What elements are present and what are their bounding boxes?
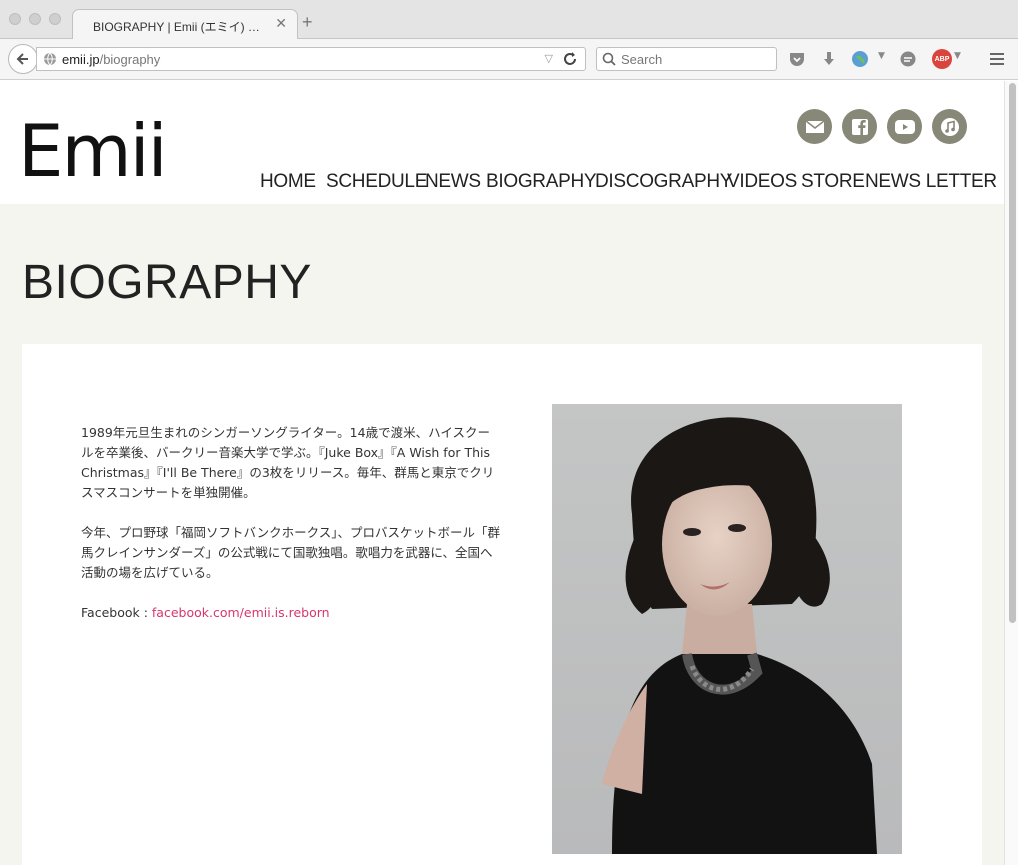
search-icon <box>602 52 616 66</box>
web-page: Emii HOME SCHEDULE NEWS BIOGRAPHY DISCOG… <box>0 81 1004 865</box>
facebook-line: Facebook : facebook.com/emii.is.reborn <box>81 603 501 623</box>
site-header: Emii HOME SCHEDULE NEWS BIOGRAPHY DISCOG… <box>0 81 1004 204</box>
nav-schedule[interactable]: SCHEDULE <box>326 171 427 193</box>
nav-biography[interactable]: BIOGRAPHY <box>486 171 597 193</box>
extension-globe-icon[interactable] <box>851 50 871 68</box>
chat-icon[interactable] <box>899 50 917 68</box>
nav-discography[interactable]: DISCOGRAPHY <box>595 171 732 193</box>
globe-icon <box>44 52 56 66</box>
back-arrow-icon <box>16 53 28 65</box>
minimize-window-button[interactable] <box>29 13 41 25</box>
adblock-dropdown-icon[interactable]: ▼ <box>954 51 961 61</box>
biography-card: 1989年元旦生まれのシンガーソングライター。14歳で渡米、ハイスクールを卒業後… <box>22 344 982 865</box>
adblock-label: ABP <box>934 55 950 63</box>
url-domain: emii.jp <box>62 52 100 67</box>
back-button[interactable] <box>8 44 38 74</box>
tab-close-icon[interactable]: ✕ <box>275 16 287 32</box>
nav-store[interactable]: STORE <box>801 171 865 193</box>
url-text: emii.jp/biography <box>62 52 160 67</box>
mail-icon[interactable] <box>797 109 832 144</box>
zoom-window-button[interactable] <box>49 13 61 25</box>
close-window-button[interactable] <box>9 13 21 25</box>
bio-paragraph: 今年、プロ野球「福岡ソフトバンクホークス」、プロバスケットボール「群馬クレインサ… <box>81 525 501 580</box>
page-scrollbar[interactable] <box>1004 81 1018 865</box>
menu-icon[interactable] <box>988 50 1006 68</box>
nav-home[interactable]: HOME <box>260 171 316 193</box>
pocket-icon[interactable] <box>788 50 806 68</box>
facebook-link[interactable]: facebook.com/emii.is.reborn <box>152 605 330 620</box>
address-bar[interactable]: emii.jp/biography ▽ <box>36 47 586 71</box>
biography-text: 1989年元旦生まれのシンガーソングライター。14歳で渡米、ハイスクールを卒業後… <box>81 423 501 643</box>
extension-dropdown-icon[interactable]: ▼ <box>878 51 885 61</box>
search-field[interactable]: Search <box>596 47 777 71</box>
music-icon[interactable] <box>932 109 967 144</box>
facebook-label: Facebook : <box>81 605 152 620</box>
bio-paragraph: 1989年元旦生まれのシンガーソングライター。14歳で渡米、ハイスクールを卒業後… <box>81 425 495 500</box>
nav-news[interactable]: NEWS <box>425 171 481 193</box>
new-tab-button[interactable]: + <box>302 12 313 33</box>
download-icon[interactable] <box>820 50 838 68</box>
tab-bar: BIOGRAPHY | Emii (エミイ) オフィ… ✕ + <box>0 0 1018 40</box>
facebook-icon[interactable] <box>842 109 877 144</box>
scrollbar-thumb[interactable] <box>1009 83 1016 623</box>
navigation-toolbar: emii.jp/biography ▽ Search ▼ ABP ▼ <box>0 39 1018 80</box>
nav-videos[interactable]: VIDEOS <box>727 171 797 193</box>
tab-title: BIOGRAPHY | Emii (エミイ) オフィ… <box>93 20 271 34</box>
url-history-dropdown-icon[interactable]: ▽ <box>545 52 553 65</box>
url-path: /biography <box>99 52 161 67</box>
nav-newsletter[interactable]: NEWS LETTER <box>865 171 997 193</box>
page-title: BIOGRAPHY <box>22 256 312 309</box>
site-logo[interactable]: Emii <box>18 115 168 187</box>
active-tab[interactable]: BIOGRAPHY | Emii (エミイ) オフィ… ✕ <box>72 9 298 40</box>
artist-photo <box>552 404 902 854</box>
search-placeholder: Search <box>621 52 663 67</box>
reload-icon[interactable] <box>561 50 579 68</box>
adblock-icon[interactable]: ABP <box>932 49 952 69</box>
youtube-icon[interactable] <box>887 109 922 144</box>
